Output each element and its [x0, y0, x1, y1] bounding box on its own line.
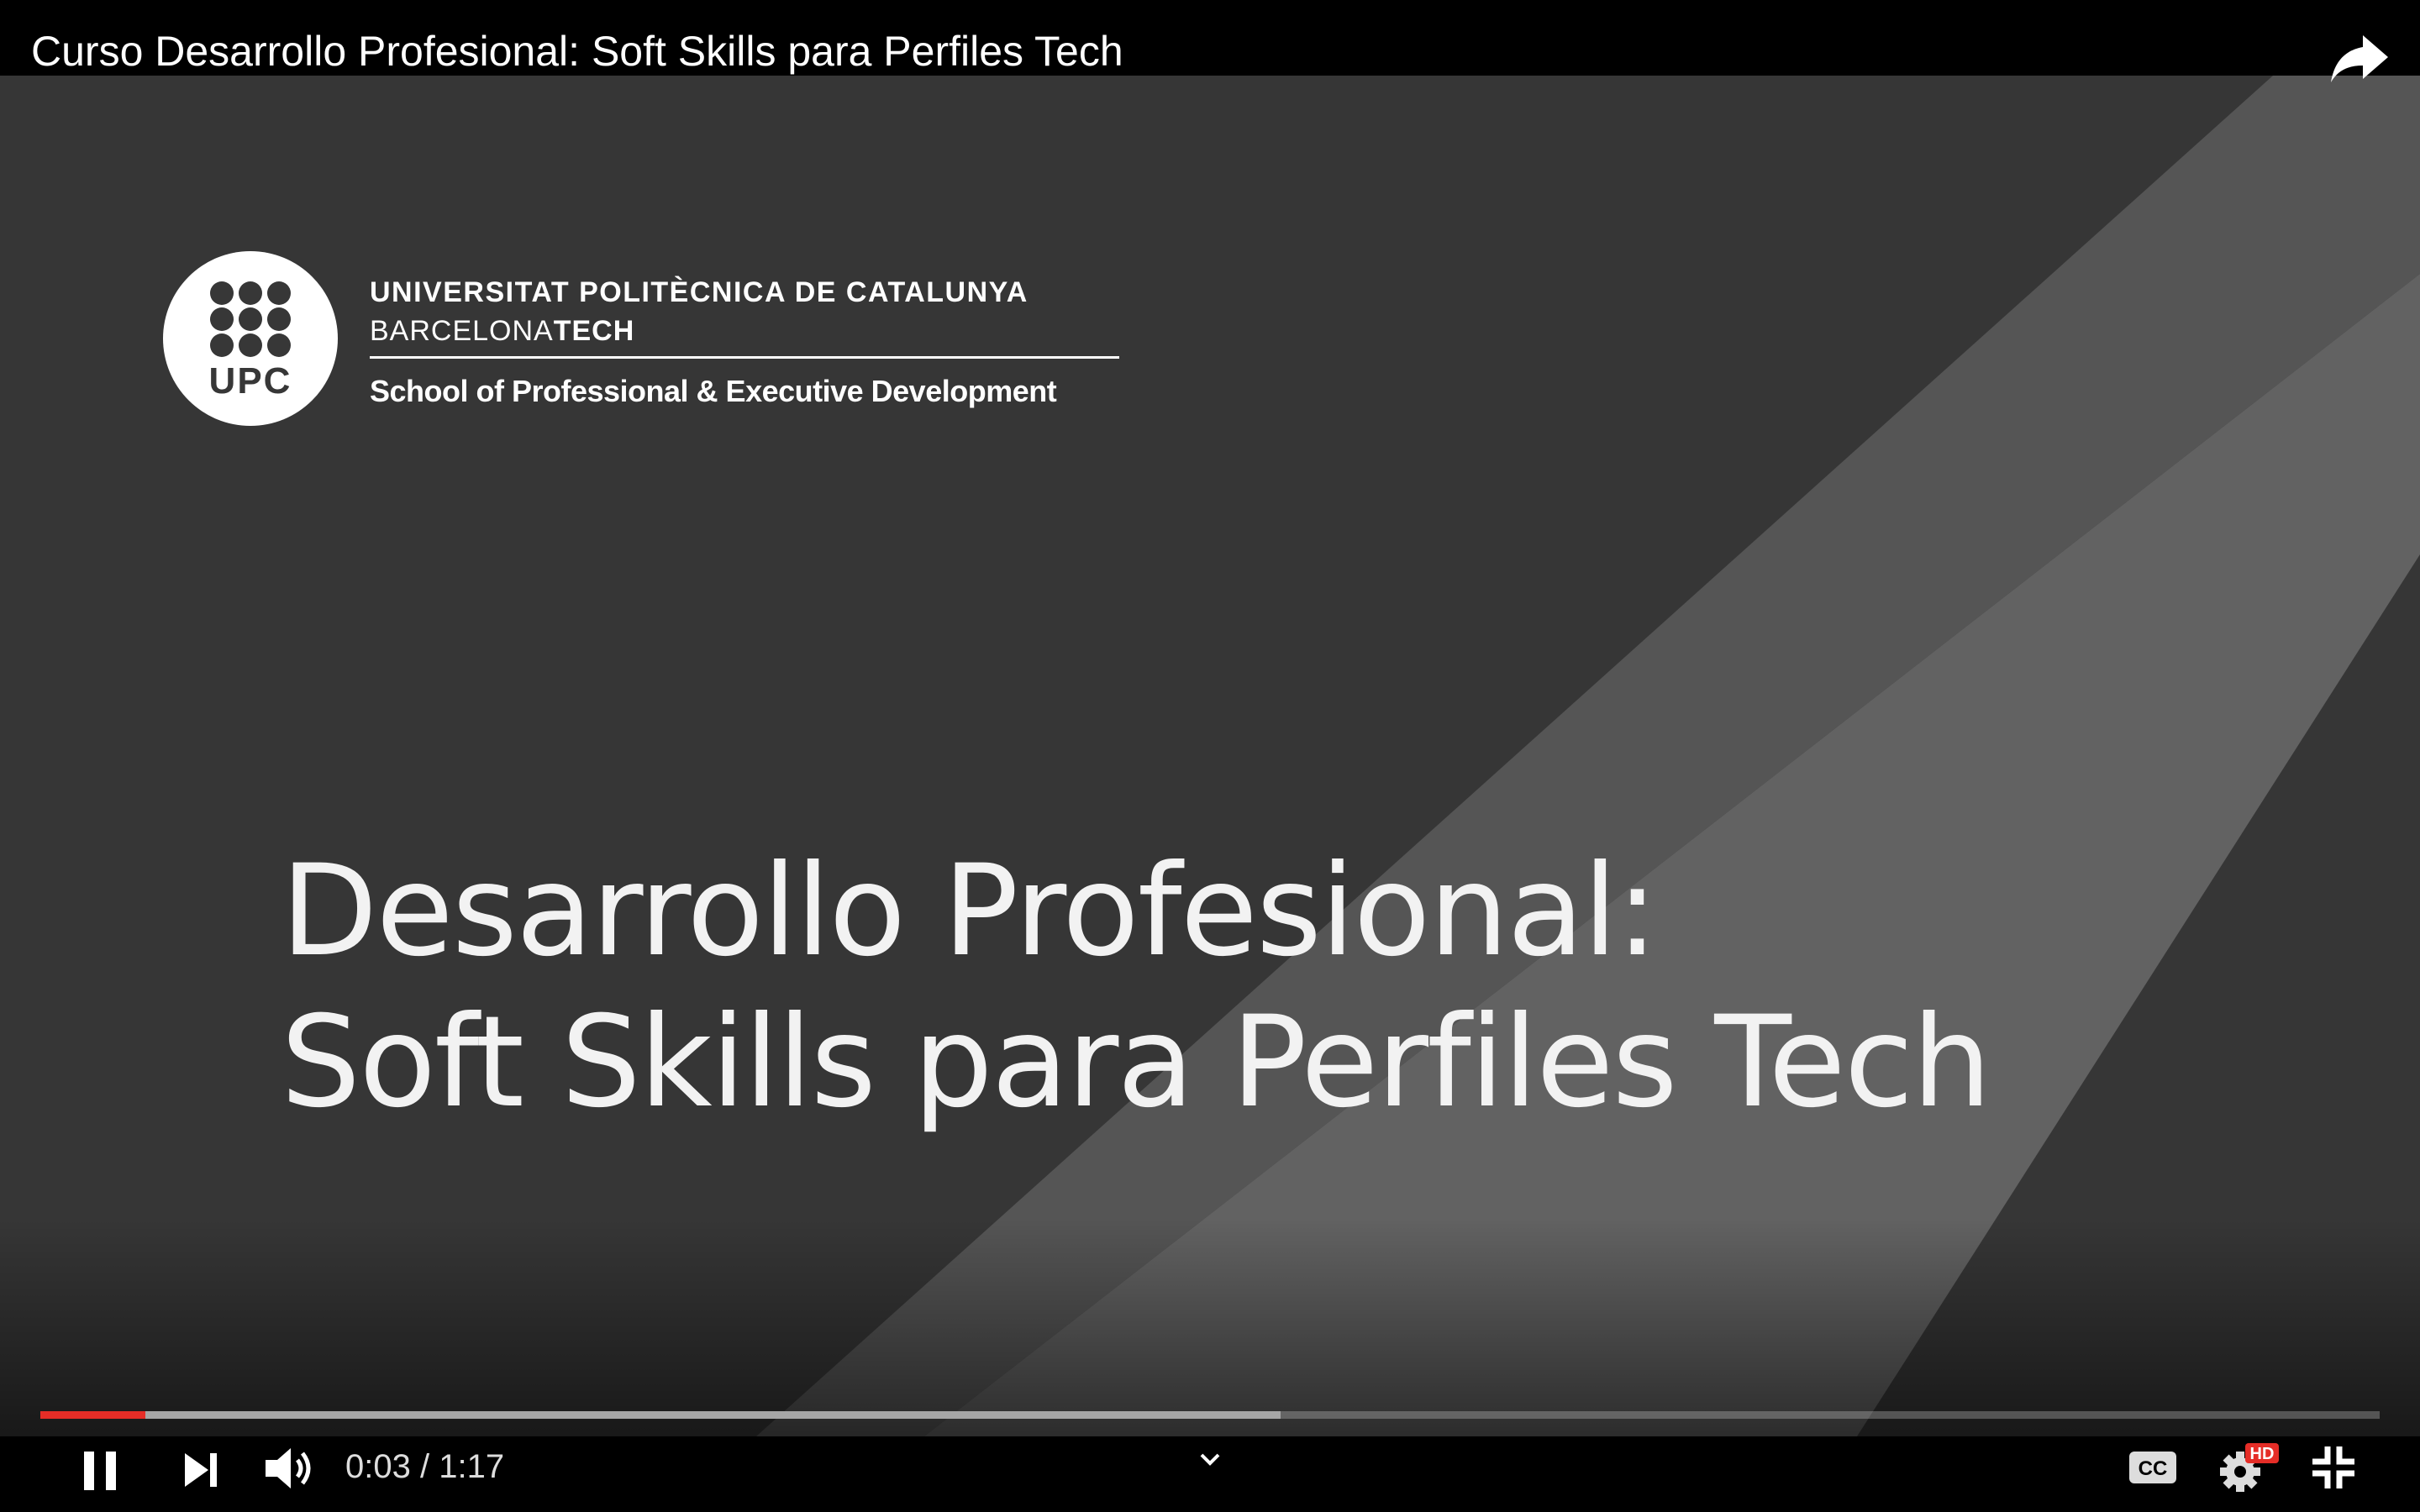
campus-suffix: TECH [553, 315, 635, 347]
settings-icon: HD [2220, 1443, 2279, 1492]
svg-text:CC: CC [2139, 1457, 2168, 1480]
logo-divider [370, 356, 1119, 359]
exit-fullscreen-button[interactable] [2309, 1443, 2358, 1492]
slide-title-line-1: Desarrollo Profesional: [281, 838, 1659, 984]
captions-button[interactable]: CC [2128, 1446, 2180, 1488]
slide-title-line-2: Soft Skills para Perfiles Tech [281, 990, 1991, 1136]
pause-button[interactable] [77, 1445, 124, 1495]
exit-fullscreen-icon [2312, 1446, 2354, 1488]
time-separator: / [419, 1448, 430, 1485]
more-button[interactable] [1197, 1450, 1223, 1470]
chevron-down-icon [1200, 1453, 1220, 1466]
progress-bar[interactable] [40, 1411, 2380, 1419]
university-name: UNIVERSITAT POLITÈCNICA DE CATALUNYA [370, 276, 1028, 308]
captions-icon: CC [2129, 1452, 2176, 1483]
player-top-bar: Curso Desarrollo Profesional: Soft Skill… [0, 0, 2420, 82]
volume-icon [266, 1448, 311, 1488]
hd-badge: HD [2250, 1445, 2275, 1463]
progress-buffered [40, 1411, 1281, 1419]
video-title[interactable]: Curso Desarrollo Profesional: Soft Skill… [31, 30, 1123, 72]
bottom-gradient [0, 1218, 2420, 1436]
volume-button[interactable] [262, 1441, 316, 1495]
share-icon [2331, 35, 2388, 82]
pause-icon [84, 1452, 116, 1490]
time-display: 0:03 / 1:17 [345, 1448, 504, 1486]
logo-abbreviation: UPC [208, 360, 292, 402]
next-button[interactable] [180, 1446, 224, 1494]
progress-played [40, 1411, 146, 1419]
next-icon [185, 1453, 217, 1487]
school-name: School of Professional & Executive Devel… [370, 374, 1057, 408]
slide-title: Desarrollo Profesional: Soft Skills para… [281, 836, 1991, 1138]
video-frame[interactable]: UPC UNIVERSITAT POLITÈCNICA DE CATALUNYA… [0, 76, 2420, 1436]
share-button[interactable] [2329, 30, 2390, 84]
settings-button[interactable]: HD [2215, 1440, 2282, 1495]
campus-name: BARCELONATECH [370, 315, 634, 348]
current-time: 0:03 [345, 1448, 411, 1485]
duration: 1:17 [439, 1448, 505, 1485]
campus-prefix: BARCELONA [370, 315, 554, 347]
